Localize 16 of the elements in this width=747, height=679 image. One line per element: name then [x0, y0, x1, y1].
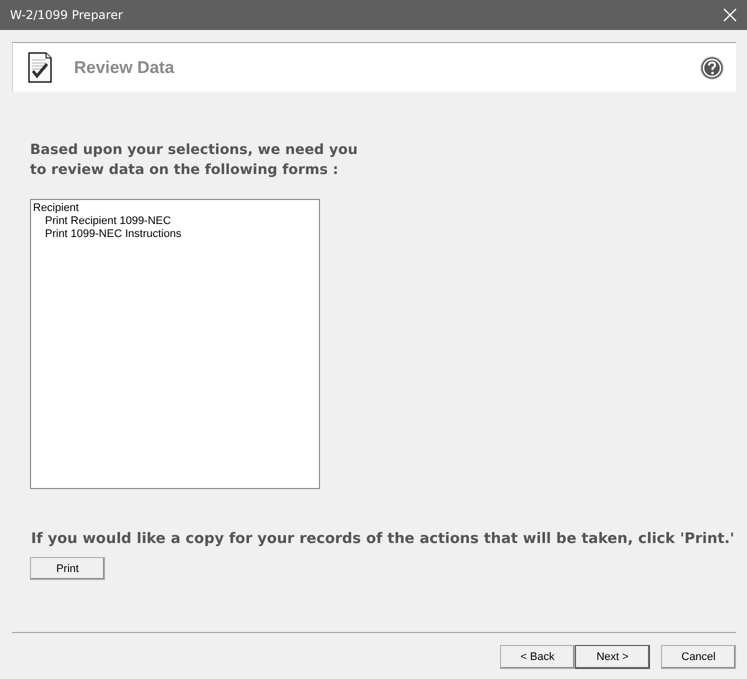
list-item[interactable]: Recipient	[31, 202, 319, 215]
print-instruction: If you would like a copy for your records of the actions that will be taken, click 'Print.'	[31, 531, 734, 547]
checked-document-icon	[27, 52, 53, 84]
instruction-text: Based upon your selections, we need you	[30, 141, 358, 160]
nav-button[interactable]: Cancel	[661, 645, 736, 669]
list-item[interactable]: Print 1099-NEC Instructions	[31, 228, 319, 241]
window-title: W-2/1099 Preparer	[10, 8, 123, 22]
close-icon[interactable]	[723, 8, 737, 22]
help-icon[interactable]	[700, 56, 724, 80]
list-item[interactable]: Print Recipient 1099-NEC	[31, 215, 319, 228]
print-button[interactable]: Print	[30, 557, 105, 580]
nav-button[interactable]: < Back	[500, 645, 575, 669]
forms-list[interactable]: Recipient Print Recipient 1099-NEC Print 1099-NEC Instructions	[30, 199, 320, 489]
instruction-text: to review data on the following forms :	[30, 161, 338, 180]
page-title: Review Data	[74, 58, 176, 78]
nav-button[interactable]: Next >	[575, 645, 650, 669]
